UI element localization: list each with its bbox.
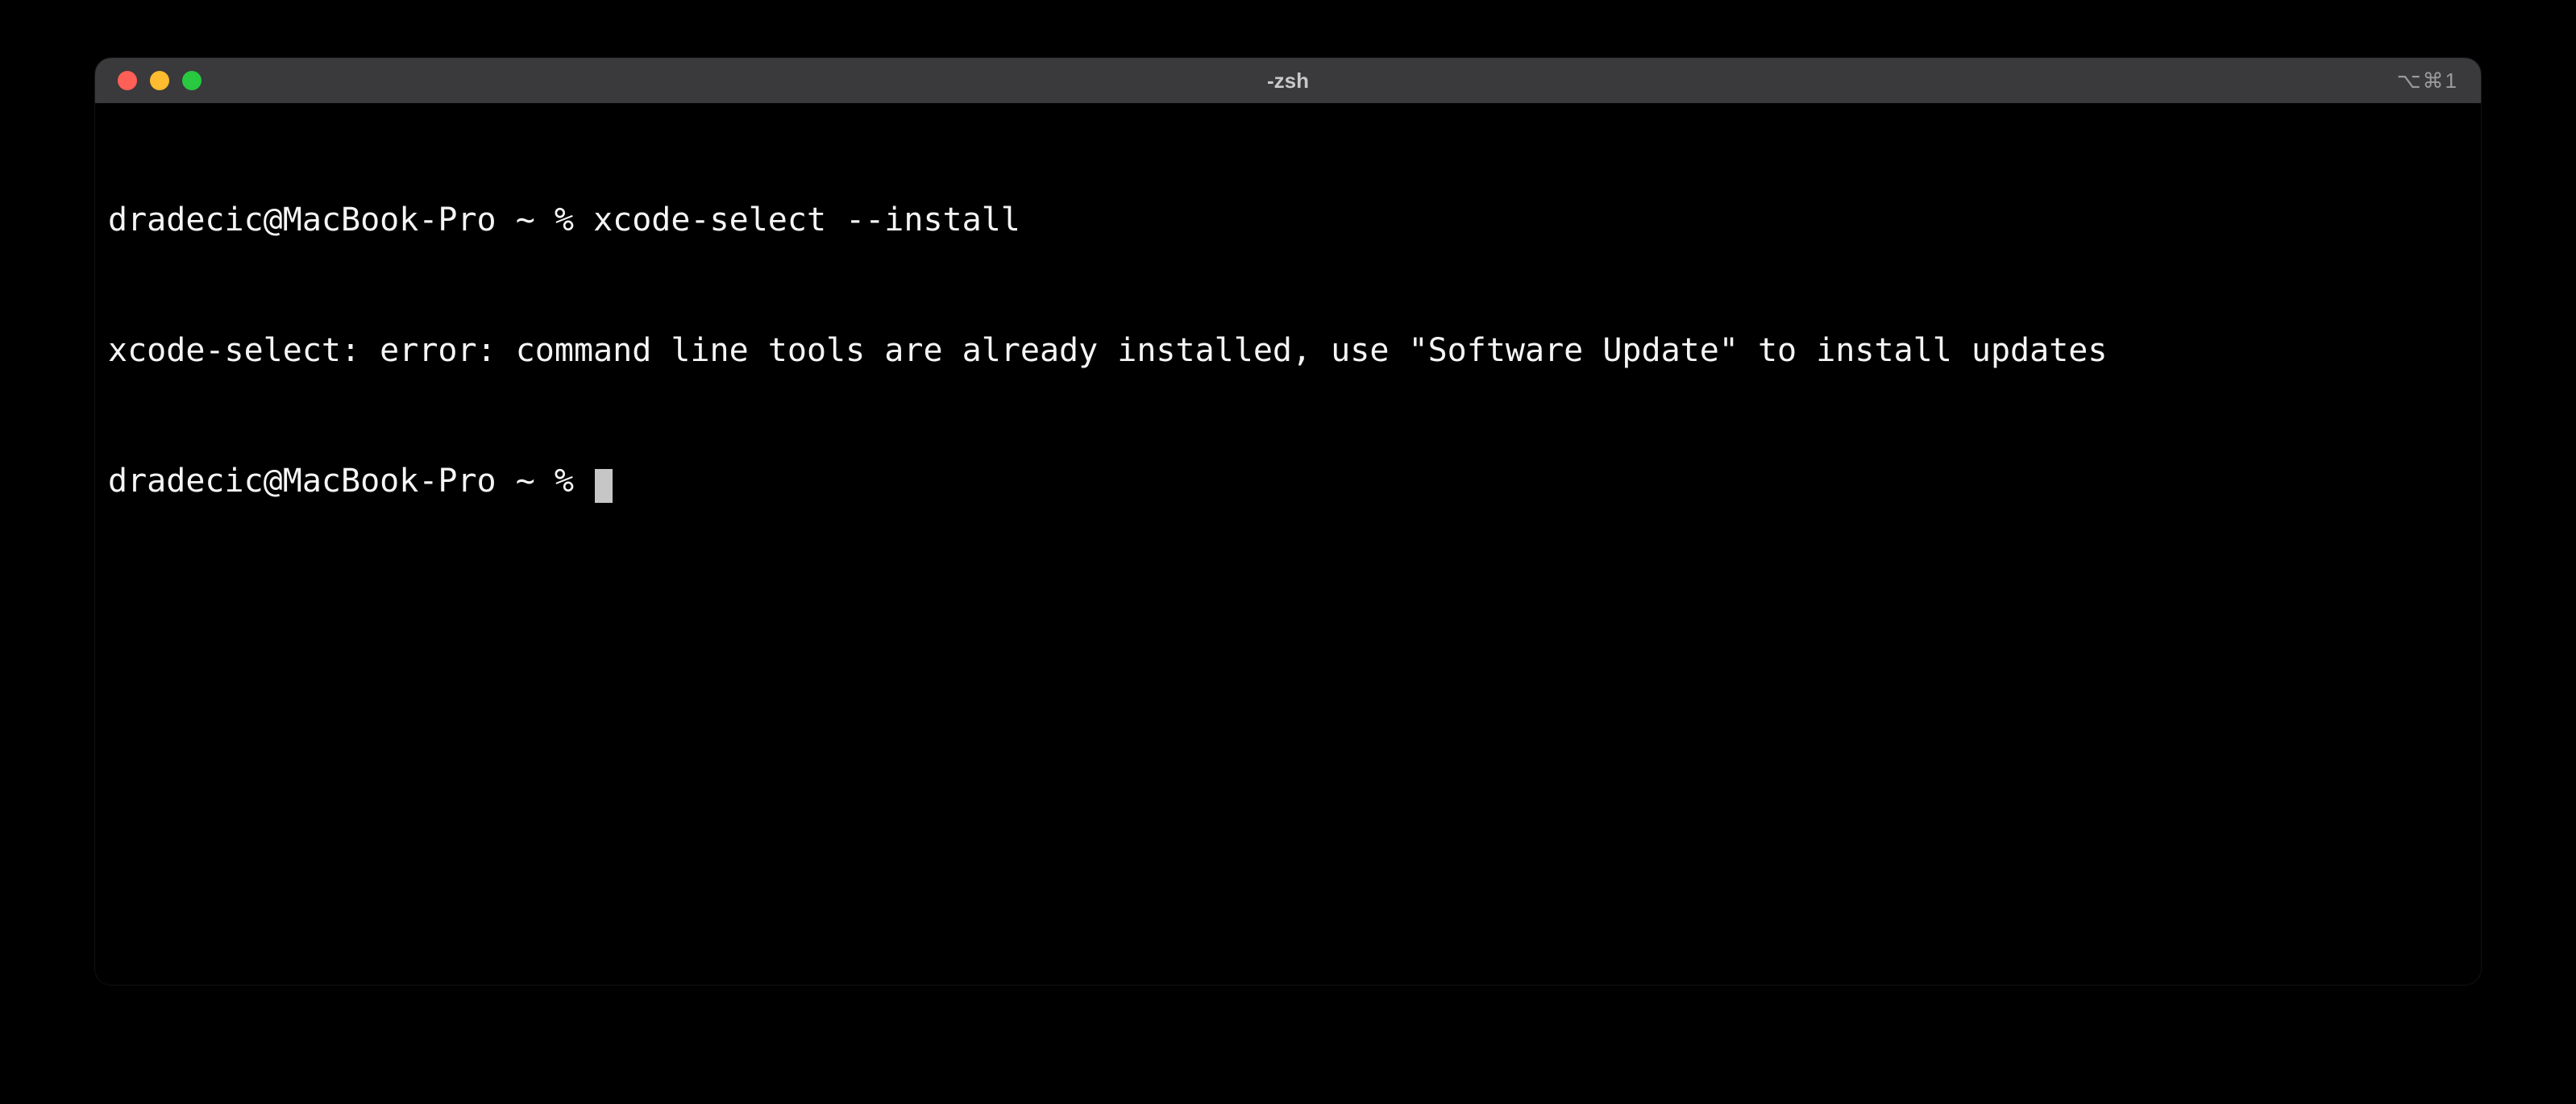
terminal-line: dradecic@MacBook-Pro ~ % xcode-select --… — [108, 198, 2468, 242]
shell-command: xcode-select --install — [593, 201, 1020, 239]
traffic-lights — [118, 71, 202, 90]
minimize-button[interactable] — [150, 71, 169, 90]
window-titlebar[interactable]: -zsh ⌥⌘1 — [95, 58, 2481, 103]
shell-output: xcode-select: error: command line tools … — [108, 332, 2107, 369]
shell-prompt: dradecic@MacBook-Pro ~ % — [108, 463, 593, 500]
tab-shortcut-indicator: ⌥⌘1 — [2397, 68, 2458, 93]
zoom-button[interactable] — [182, 71, 202, 90]
window-title: -zsh — [1267, 68, 1309, 93]
terminal-line: xcode-select: error: command line tools … — [108, 329, 2468, 372]
shell-prompt: dradecic@MacBook-Pro ~ % — [108, 201, 593, 239]
terminal-body[interactable]: dradecic@MacBook-Pro ~ % xcode-select --… — [95, 103, 2481, 985]
close-button[interactable] — [118, 71, 137, 90]
terminal-window: -zsh ⌥⌘1 dradecic@MacBook-Pro ~ % xcode-… — [95, 58, 2481, 985]
terminal-line: dradecic@MacBook-Pro ~ % — [108, 459, 2468, 503]
cursor-icon — [595, 469, 613, 503]
